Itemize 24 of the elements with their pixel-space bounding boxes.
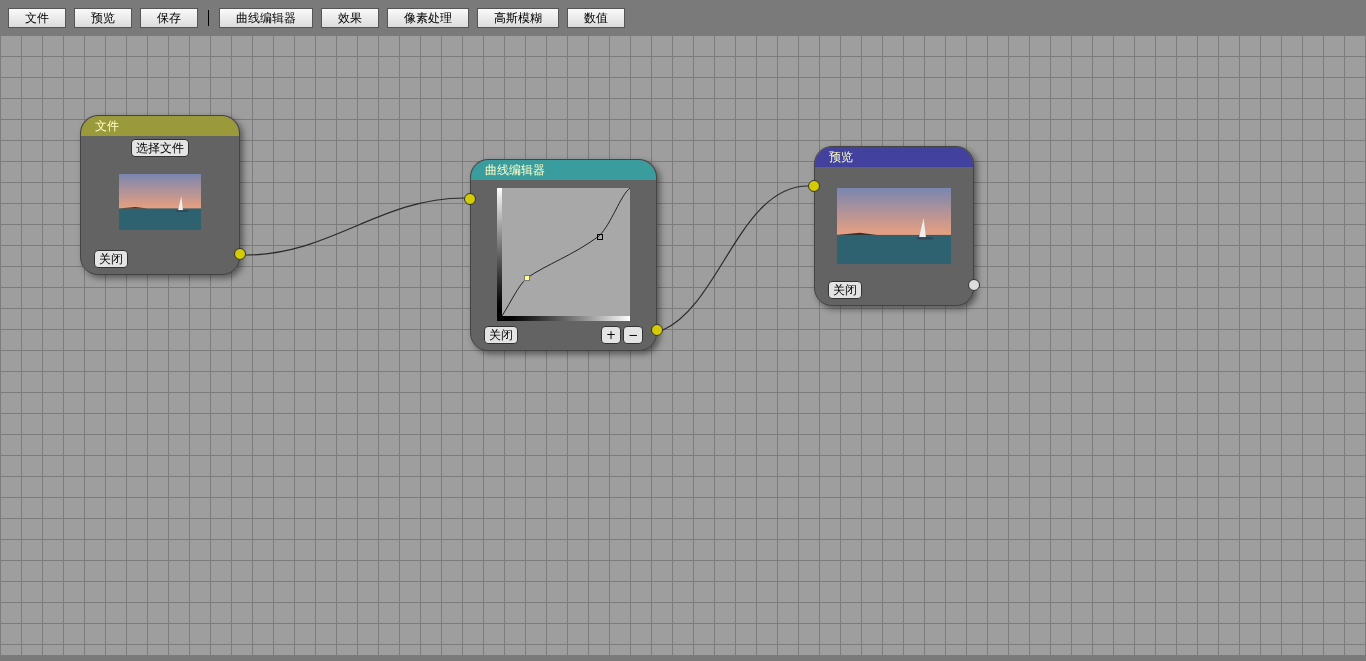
curve-control-point[interactable] (524, 275, 530, 281)
node-title: 曲线编辑器 (485, 163, 545, 177)
close-button[interactable]: 关闭 (828, 281, 862, 299)
toolbar-button[interactable]: 文件 (8, 7, 66, 28)
select-file-button[interactable]: 选择文件 (131, 139, 189, 157)
node-title: 预览 (829, 150, 853, 164)
toolbar-button[interactable]: 数值 (567, 7, 625, 28)
close-button[interactable]: 关闭 (484, 326, 518, 344)
toolbar-button[interactable]: 保存 (140, 7, 198, 28)
close-button[interactable]: 关闭 (94, 250, 128, 268)
add-point-button[interactable]: + (600, 326, 621, 344)
connection-port[interactable] (464, 193, 476, 205)
remove-point-button[interactable]: − (622, 326, 643, 344)
connection-port[interactable] (968, 279, 980, 291)
node-title: 文件 (95, 119, 119, 133)
connection-port[interactable] (808, 180, 820, 192)
toolbar-button[interactable]: 效果 (321, 7, 379, 28)
toolbar-button[interactable]: 像素处理 (387, 7, 469, 28)
connection-port[interactable] (651, 324, 663, 336)
toolbar-button[interactable]: 曲线编辑器 (219, 7, 313, 28)
toolbar-button[interactable]: 预览 (74, 7, 132, 28)
curve-control-point[interactable] (597, 234, 603, 240)
toolbar-button[interactable]: 高斯模糊 (477, 7, 559, 28)
connection-port[interactable] (234, 248, 246, 260)
